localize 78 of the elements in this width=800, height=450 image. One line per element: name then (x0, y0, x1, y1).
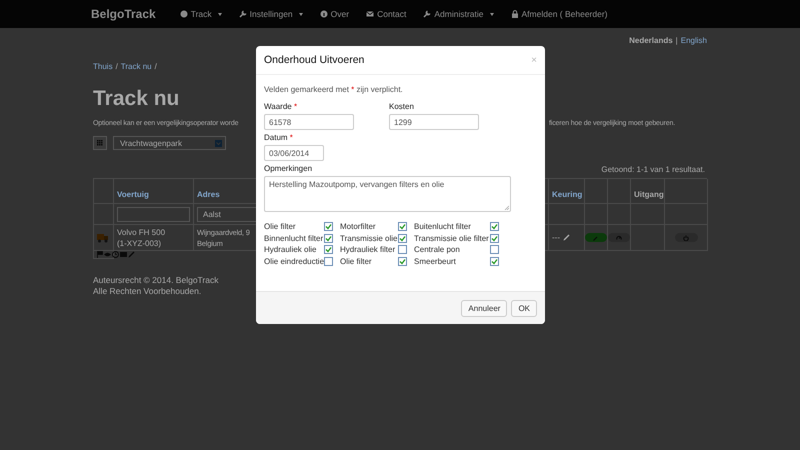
checkbox[interactable] (398, 234, 407, 242)
brand-logo[interactable]: BelgoTrack (91, 7, 156, 21)
required-note: Velden gemarkeerd met * zijn verplicht. (264, 85, 404, 96)
breadcrumb-link[interactable]: Track nu (120, 62, 152, 73)
view-select[interactable]: Vrachtwagenpark (113, 136, 226, 150)
field-label: Datum * (264, 133, 293, 142)
checkbox[interactable] (398, 256, 407, 266)
checkbox[interactable] (324, 245, 333, 254)
nav-menu-item[interactable]: Contact (366, 9, 406, 19)
inspection-value: --- (552, 233, 560, 242)
breadcrumb-separator: / (154, 62, 157, 73)
field-label: Opmerkingen (264, 164, 312, 173)
checkbox[interactable] (324, 256, 333, 266)
dialog-button[interactable]: Annuleer (461, 300, 508, 316)
pencil-icon[interactable] (563, 234, 570, 241)
checkbox-label: Hydrauliek filter (340, 245, 396, 254)
grid-icon (97, 140, 103, 146)
footer-text: Alle Rechten Voorbehouden. (93, 286, 202, 297)
sort-link[interactable]: Keuring (552, 190, 582, 198)
breadcrumb-separator: / (116, 62, 118, 73)
field-label: Kosten (389, 102, 414, 111)
footer-text: Auteursrecht © 2014. BelgoTrack (93, 275, 220, 286)
field-label: Waarde * (264, 102, 298, 111)
filter-field[interactable] (117, 206, 190, 222)
checkbox[interactable] (324, 234, 333, 242)
checkbox-label: Binnenlucht filter (264, 234, 324, 242)
wrench-icon (423, 10, 432, 18)
column-header: Uitgang (634, 190, 664, 198)
chevron-down-icon (215, 140, 222, 146)
date-field[interactable]: 03/06/2014 (264, 145, 324, 161)
checkbox[interactable] (490, 222, 499, 231)
dialog-button[interactable]: OK (511, 300, 537, 316)
checkbox-label: Motorfilter (340, 222, 377, 231)
checkbox[interactable] (398, 245, 407, 254)
sort-link[interactable]: Voertuig (117, 190, 149, 198)
nav-menu-item[interactable]: Over (320, 9, 350, 19)
checkbox[interactable] (490, 234, 499, 242)
checkbox-label: Olie filter (340, 256, 373, 266)
checkbox[interactable] (490, 245, 499, 254)
checkbox-label: Olie eindreductie (264, 256, 324, 266)
vehicle-name: Volvo FH 500 (117, 226, 166, 238)
page-title: Track nu (93, 87, 180, 111)
separator-text: | (676, 36, 678, 47)
checkbox-label: Hydrauliek olie (264, 245, 318, 254)
modal-title: Onderhoud Uitvoeren (264, 54, 364, 66)
checkbox[interactable] (490, 256, 499, 266)
language-link[interactable]: Nederlands (629, 36, 673, 48)
input-field[interactable]: 1299 (389, 114, 479, 130)
nav-menu-item[interactable]: Instellingen (238, 9, 303, 19)
truck-icon (97, 232, 109, 242)
nav-menu-item[interactable]: Afmelden ( Beheerder) (510, 9, 608, 19)
vehicle-plate: (1-XYZ-003) (117, 238, 162, 248)
gauge-icon (616, 234, 622, 240)
checkbox-label: Transmissie olie filter (414, 234, 490, 242)
checkbox[interactable] (398, 222, 407, 231)
lock-icon (510, 10, 519, 18)
grid-view-button[interactable] (93, 136, 107, 150)
wrench-icon (238, 10, 247, 18)
breadcrumb-link[interactable]: Thuis (93, 62, 113, 73)
checkbox-label: Transmissie olie (340, 234, 398, 242)
nav-menu-item[interactable]: Administratie (423, 9, 494, 19)
sort-link[interactable]: Adres (197, 190, 220, 198)
info-icon (320, 10, 328, 18)
power-icon (683, 234, 689, 240)
clock-icon[interactable] (112, 251, 119, 258)
nav-menu-item[interactable]: Track (180, 9, 222, 19)
results-summary: Getoond: 1-1 van 1 resultaat. (601, 165, 705, 175)
checkbox-label: Smeerbeurt (414, 256, 457, 266)
input-field[interactable]: 61578 (264, 114, 354, 130)
resize-grip-icon[interactable] (504, 205, 509, 210)
checkbox-label: Buitenlucht filter (414, 222, 472, 231)
wrench-icon (593, 234, 599, 240)
checkbox[interactable] (324, 222, 333, 231)
checkbox-label: Centrale pon (414, 245, 461, 254)
remarks-textarea[interactable]: Herstelling Mazoutpomp, vervangen filters en olie (264, 176, 511, 212)
language-link[interactable]: English (680, 36, 707, 48)
checkbox-label: Olie filter (264, 222, 297, 231)
envelope-icon (366, 10, 374, 18)
